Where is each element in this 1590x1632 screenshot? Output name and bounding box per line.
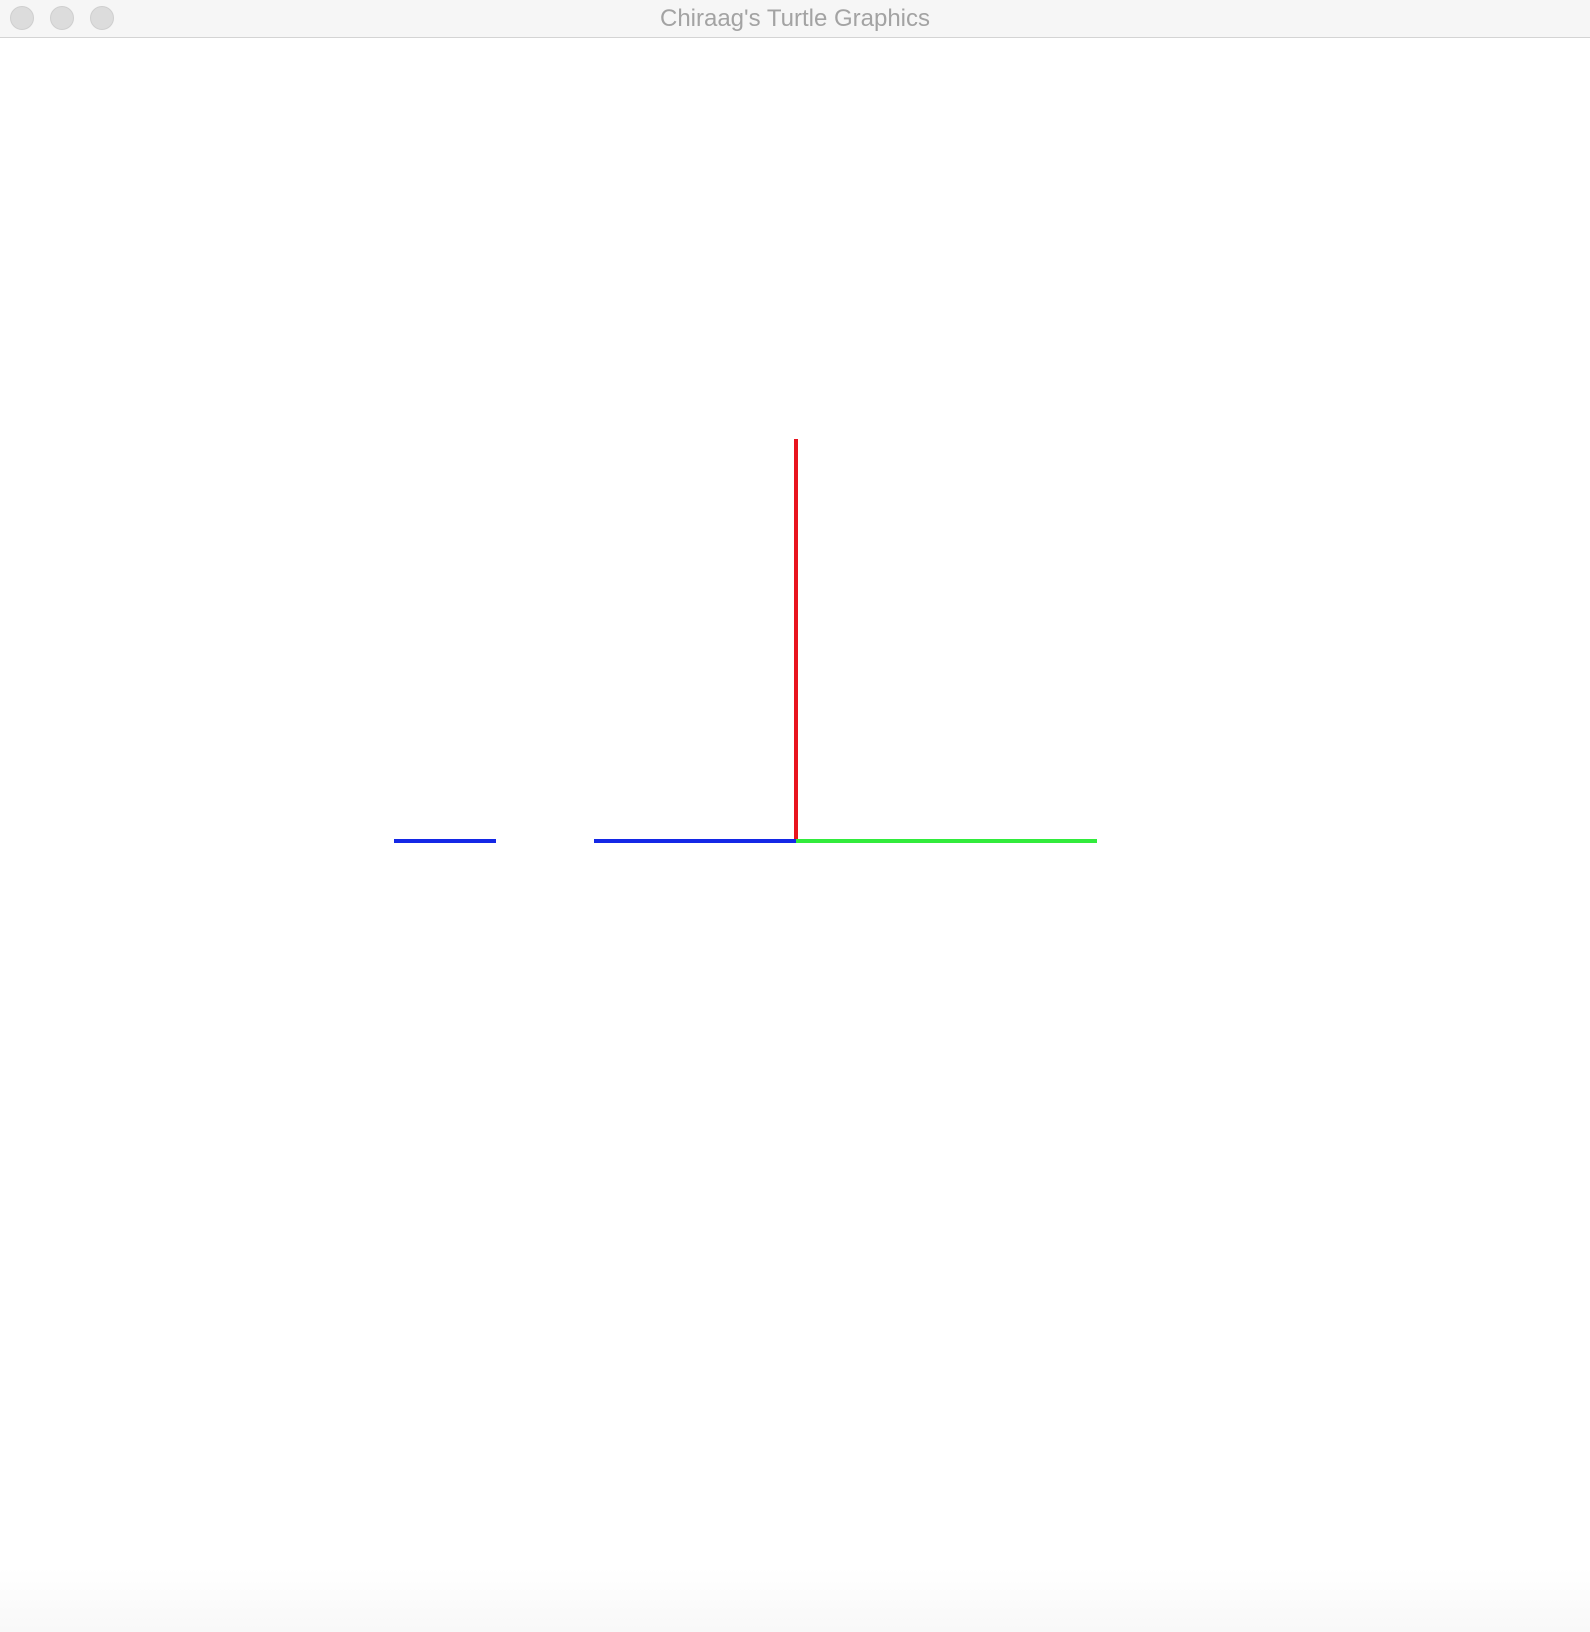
turtle-canvas-svg <box>394 439 1097 843</box>
window-title: Chiraag's Turtle Graphics <box>659 5 931 32</box>
turtle-graphics-window: Chiraag's Turtle Graphics <box>0 0 1590 1632</box>
drawing-canvas[interactable] <box>0 38 1590 1632</box>
title-bar[interactable]: Chiraag's Turtle Graphics <box>0 0 1590 38</box>
